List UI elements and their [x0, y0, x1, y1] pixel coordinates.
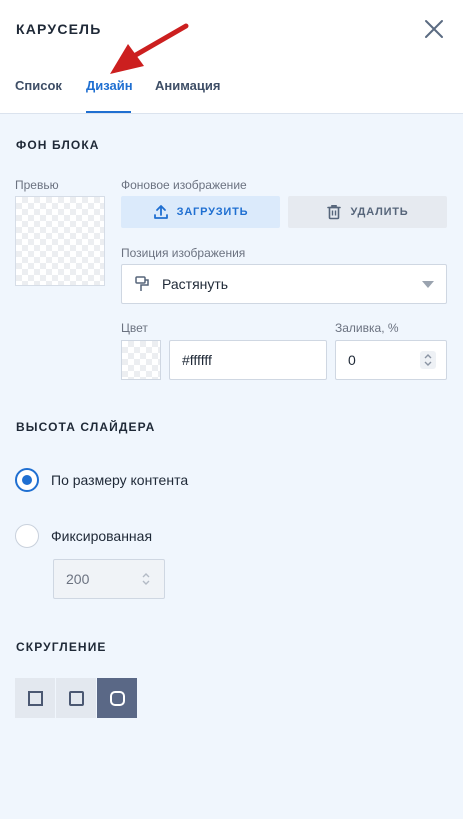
color-swatch[interactable]	[121, 340, 161, 380]
fill-label: Заливка, %	[335, 321, 399, 335]
close-icon	[425, 20, 443, 38]
tab-design[interactable]: Дизайн	[86, 78, 133, 93]
rounding-none-button[interactable]	[15, 678, 55, 718]
preview-label: Превью	[15, 178, 59, 192]
color-hex-input[interactable]: #ffffff	[169, 340, 327, 380]
radio-fixed[interactable]	[15, 524, 39, 548]
rounding-large-button[interactable]	[97, 678, 137, 718]
panel-title: КАРУСЕЛЬ	[16, 21, 102, 37]
fixed-height-input[interactable]: 200	[53, 559, 165, 599]
stepper-arrows-icon[interactable]	[420, 351, 436, 369]
fill-percent-input[interactable]: 0	[335, 340, 447, 380]
background-preview	[15, 196, 105, 286]
color-hex-value: #ffffff	[182, 352, 212, 368]
radio-fit-content[interactable]	[15, 468, 39, 492]
image-position-label: Позиция изображения	[121, 246, 246, 260]
panel-header: КАРУСЕЛЬ Список Дизайн Анимация	[0, 0, 463, 114]
delete-button[interactable]: УДАЛИТЬ	[288, 196, 447, 228]
slight-rounded-corner-icon	[68, 690, 84, 706]
color-label: Цвет	[121, 321, 148, 335]
upload-icon	[153, 205, 168, 219]
rounding-small-button[interactable]	[56, 678, 96, 718]
section-title-slider-height: ВЫСОТА СЛАЙДЕРА	[16, 420, 156, 434]
image-position-select[interactable]: Растянуть	[121, 264, 447, 304]
delete-button-label: УДАЛИТЬ	[350, 206, 409, 218]
red-arrow-icon	[110, 23, 189, 74]
section-title-background: ФОН БЛОКА	[16, 138, 100, 152]
square-corner-icon	[27, 690, 43, 706]
tab-list[interactable]: Список	[15, 78, 62, 93]
fixed-height-value: 200	[66, 571, 90, 587]
image-position-value: Растянуть	[162, 276, 229, 292]
tab-animation[interactable]: Анимация	[155, 78, 220, 93]
background-image-label: Фоновое изображение	[121, 178, 247, 192]
stepper-arrows-icon[interactable]	[138, 570, 154, 588]
upload-button-label: ЗАГРУЗИТЬ	[176, 206, 249, 218]
paint-roller-icon	[135, 276, 149, 291]
upload-button[interactable]: ЗАГРУЗИТЬ	[121, 196, 280, 228]
close-button[interactable]	[421, 16, 447, 42]
radio-fixed-label[interactable]: Фиксированная	[51, 528, 152, 544]
chevron-down-icon	[422, 281, 434, 288]
rounded-corner-icon	[109, 690, 125, 706]
active-tab-indicator	[86, 111, 131, 113]
radio-fit-content-label[interactable]: По размеру контента	[51, 472, 188, 488]
fill-percent-value: 0	[348, 352, 356, 368]
section-title-rounding: СКРУГЛЕНИЕ	[16, 640, 107, 654]
trash-icon	[327, 205, 342, 220]
